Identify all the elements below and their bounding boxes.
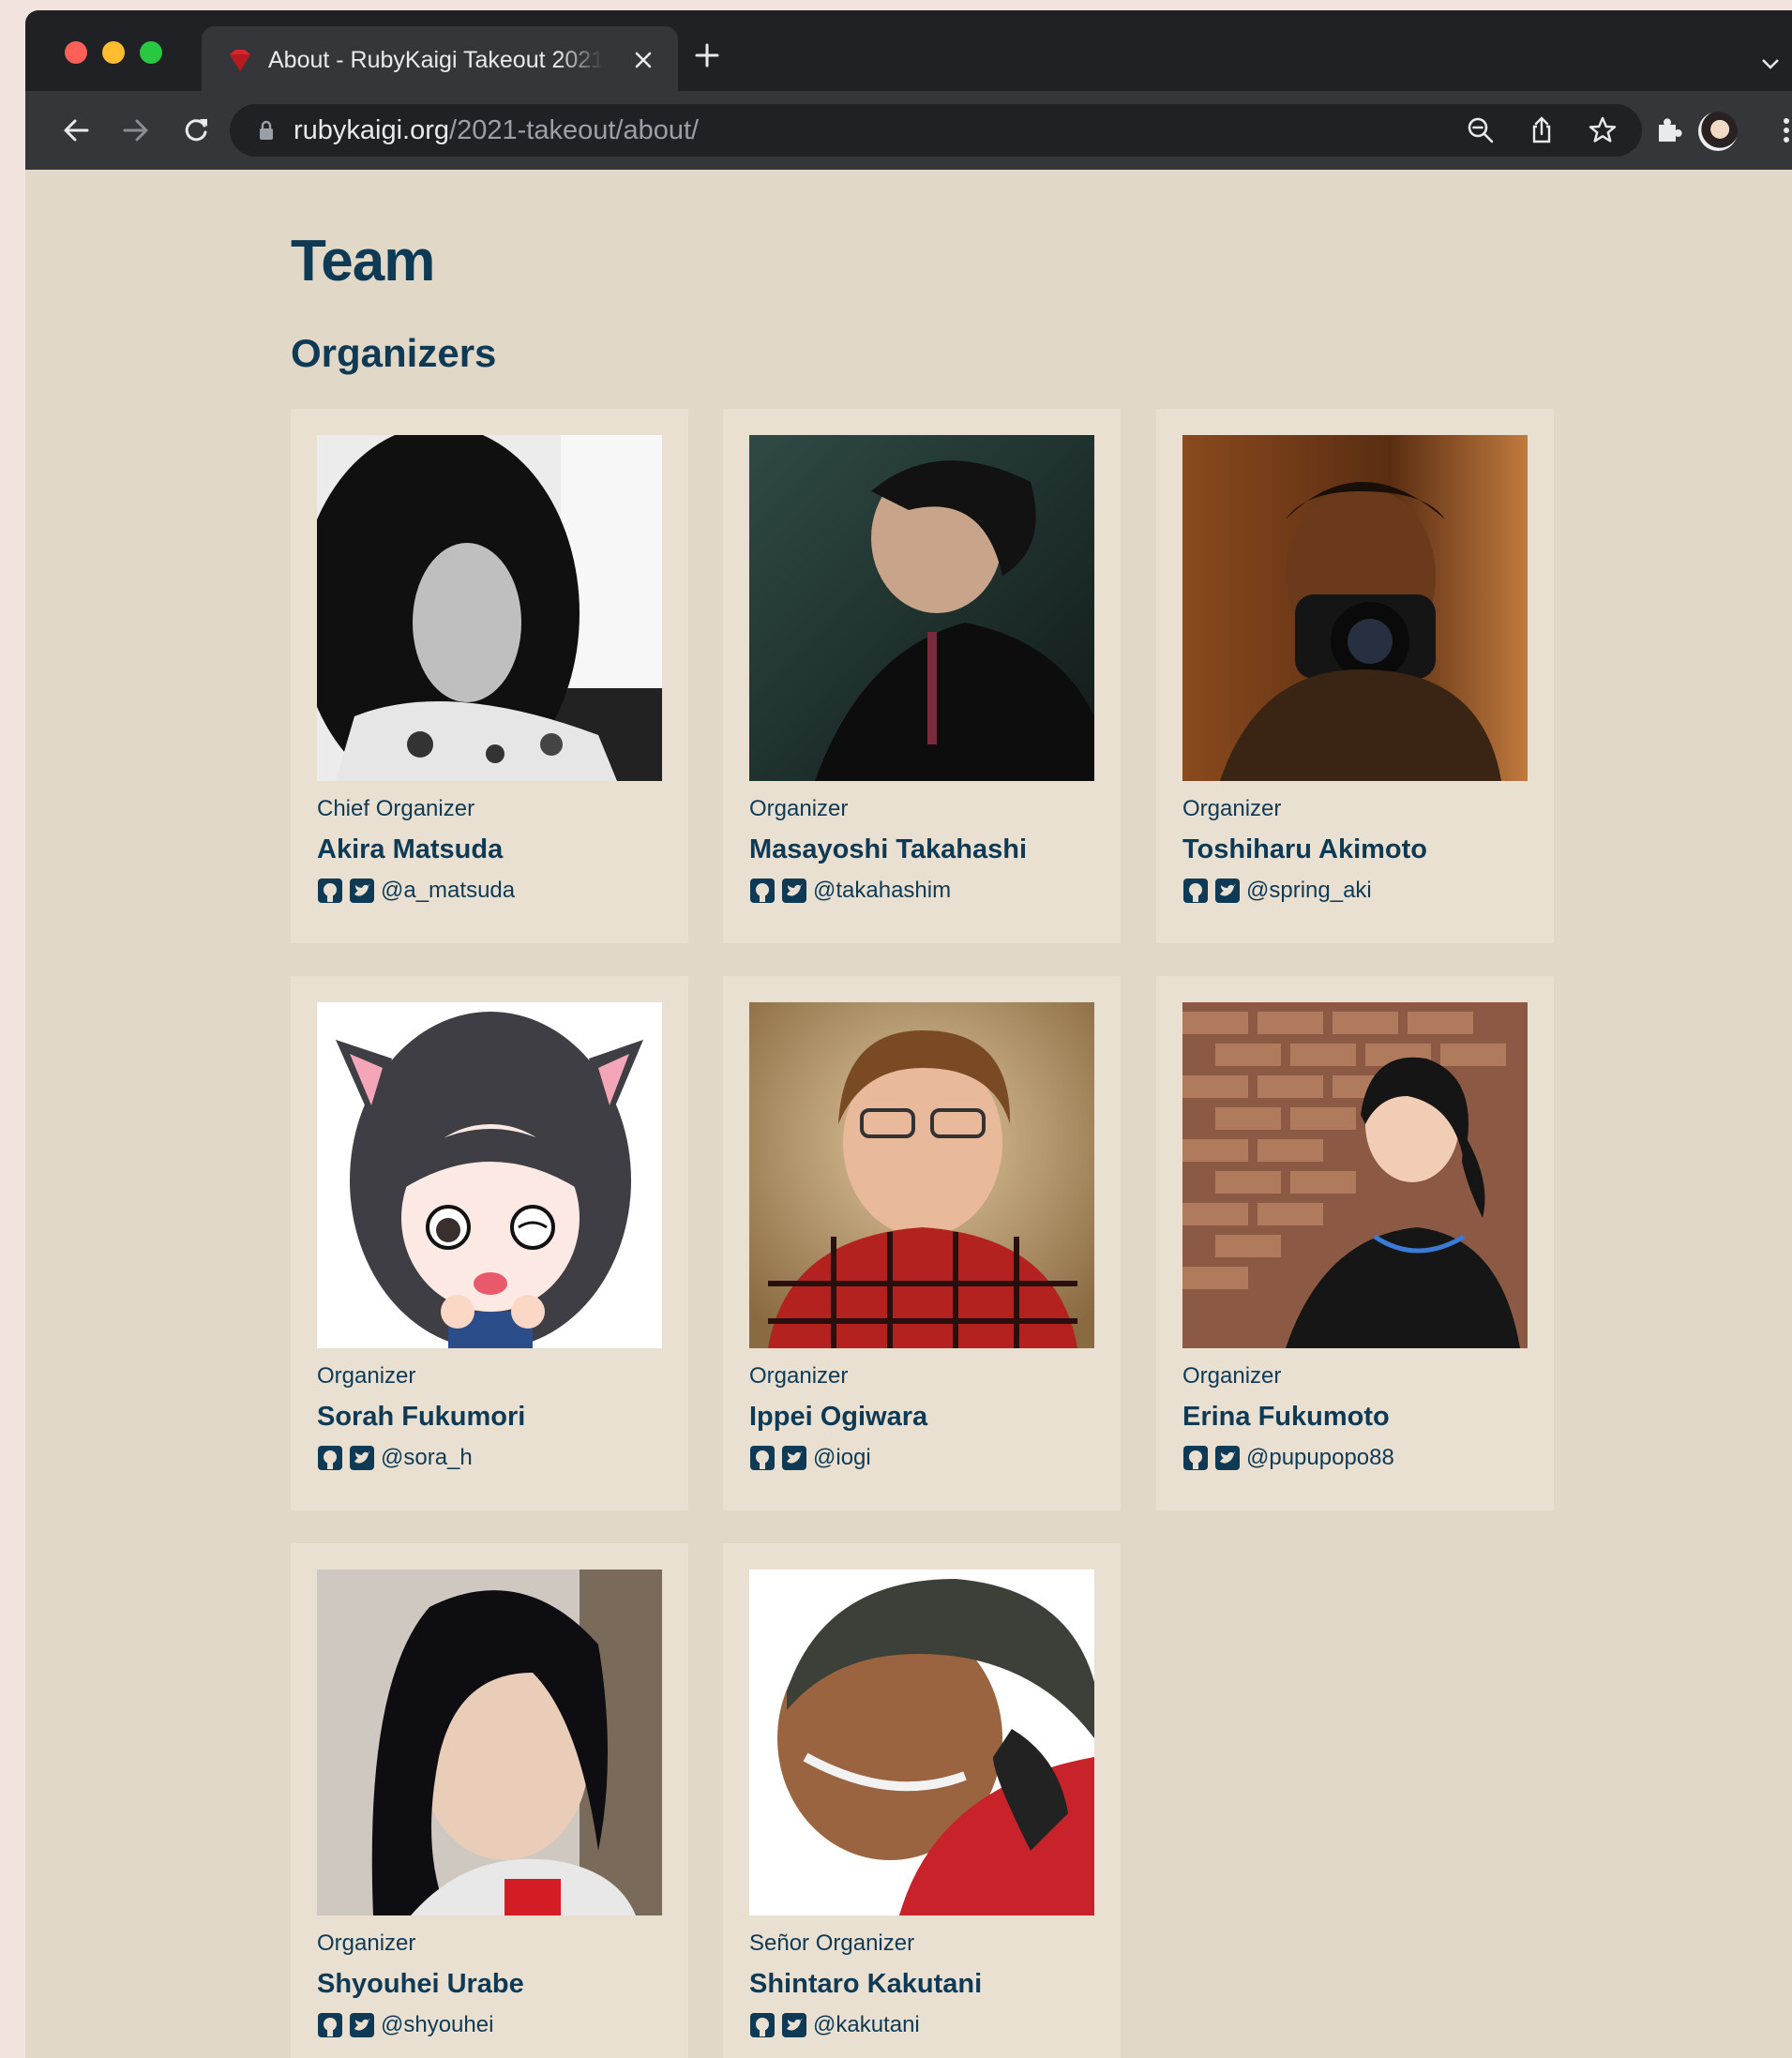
member-role: Organizer bbox=[749, 1363, 849, 1389]
member-card: Chief Organizer Akira Matsuda @a_matsuda bbox=[291, 409, 688, 943]
browser-toolbar: rubykaigi.org/2021-takeout/about/ bbox=[25, 91, 1792, 170]
member-handle[interactable]: @a_matsuda bbox=[381, 878, 515, 904]
active-tab[interactable]: About - RubyKaigi Takeout 2021 bbox=[202, 26, 678, 91]
github-icon[interactable] bbox=[317, 878, 343, 904]
github-icon[interactable] bbox=[749, 1445, 776, 1471]
profile-avatar[interactable] bbox=[1698, 112, 1738, 151]
tab-title: About - RubyKaigi Takeout 2021 bbox=[268, 47, 601, 73]
member-card: Organizer Toshiharu Akimoto @spring_aki bbox=[1156, 409, 1554, 943]
url-path: /2021-takeout/about/ bbox=[449, 115, 700, 145]
reload-icon[interactable] bbox=[179, 113, 213, 147]
member-name: Shyouhei Urabe bbox=[317, 1969, 524, 1999]
member-role: Organizer bbox=[317, 1930, 416, 1956]
page-content: Team Organizers Chief Organizer Akira Ma… bbox=[25, 170, 1792, 2058]
section-title-organizers: Organizers bbox=[291, 331, 497, 375]
github-icon[interactable] bbox=[749, 878, 776, 904]
url-text[interactable]: rubykaigi.org/2021-takeout/about/ bbox=[294, 114, 699, 146]
browser-menu-icon[interactable] bbox=[1769, 113, 1792, 147]
member-handle[interactable]: @kakutani bbox=[813, 2012, 920, 2038]
github-icon[interactable] bbox=[317, 2012, 343, 2038]
twitter-icon[interactable] bbox=[349, 2012, 375, 2038]
member-card: Organizer Masayoshi Takahashi @takahashi… bbox=[723, 409, 1121, 943]
member-card: Organizer Ippei Ogiwara @iogi bbox=[723, 976, 1121, 1510]
share-icon[interactable] bbox=[1527, 115, 1557, 145]
member-name: Ippei Ogiwara bbox=[749, 1402, 928, 1432]
browser-window: About - RubyKaigi Takeout 2021 rubykaigi… bbox=[25, 10, 1792, 2058]
member-photo bbox=[749, 1002, 1094, 1348]
tab-search-chevron-icon[interactable] bbox=[1760, 55, 1781, 72]
member-role: Chief Organizer bbox=[317, 796, 475, 821]
member-card: Señor Organizer Shintaro Kakutani @kakut… bbox=[723, 1543, 1121, 2058]
member-handle[interactable]: @takahashim bbox=[813, 878, 951, 904]
member-role: Organizer bbox=[1182, 796, 1282, 821]
member-role: Organizer bbox=[749, 796, 849, 821]
member-card: Organizer Shyouhei Urabe @shyouhei bbox=[291, 1543, 688, 2058]
member-photo bbox=[749, 1570, 1094, 1915]
twitter-icon[interactable] bbox=[1214, 878, 1241, 904]
member-handle[interactable]: @spring_aki bbox=[1246, 878, 1372, 904]
member-photo bbox=[749, 435, 1094, 781]
github-icon[interactable] bbox=[317, 1445, 343, 1471]
member-name: Sorah Fukumori bbox=[317, 1402, 526, 1432]
member-handle[interactable]: @pupupopo88 bbox=[1246, 1445, 1394, 1471]
address-bar[interactable]: rubykaigi.org/2021-takeout/about/ bbox=[230, 104, 1642, 157]
zoom-out-icon[interactable] bbox=[1466, 115, 1496, 145]
twitter-icon[interactable] bbox=[781, 2012, 807, 2038]
member-name: Masayoshi Takahashi bbox=[749, 834, 1028, 864]
page-title: Team bbox=[291, 229, 435, 293]
github-icon[interactable] bbox=[1182, 878, 1209, 904]
close-tab-icon[interactable] bbox=[632, 49, 655, 71]
member-photo bbox=[1182, 435, 1528, 781]
member-handle[interactable]: @shyouhei bbox=[381, 2012, 493, 2038]
twitter-icon[interactable] bbox=[781, 1445, 807, 1471]
member-card: Organizer Erina Fukumoto @pupupopo88 bbox=[1156, 976, 1554, 1510]
lock-icon[interactable] bbox=[258, 120, 275, 141]
github-icon[interactable] bbox=[1182, 1445, 1209, 1471]
forward-arrow-icon[interactable] bbox=[119, 113, 153, 147]
twitter-icon[interactable] bbox=[349, 878, 375, 904]
twitter-icon[interactable] bbox=[1214, 1445, 1241, 1471]
member-name: Akira Matsuda bbox=[317, 834, 504, 864]
zoom-window-button[interactable] bbox=[140, 41, 162, 64]
bookmark-star-icon[interactable] bbox=[1588, 115, 1618, 145]
member-photo bbox=[317, 1002, 662, 1348]
twitter-icon[interactable] bbox=[781, 878, 807, 904]
member-role: Organizer bbox=[317, 1363, 416, 1389]
ruby-favicon-icon bbox=[230, 50, 250, 71]
member-handle[interactable]: @sora_h bbox=[381, 1445, 473, 1471]
member-photo bbox=[317, 1570, 662, 1915]
minimize-window-button[interactable] bbox=[102, 41, 125, 64]
member-name: Toshiharu Akimoto bbox=[1182, 834, 1427, 864]
new-tab-icon[interactable] bbox=[694, 42, 720, 68]
twitter-icon[interactable] bbox=[349, 1445, 375, 1471]
member-role: Señor Organizer bbox=[749, 1930, 915, 1956]
member-card: Organizer Sorah Fukumori @sora_h bbox=[291, 976, 688, 1510]
member-name: Shintaro Kakutani bbox=[749, 1969, 983, 1999]
member-name: Erina Fukumoto bbox=[1182, 1402, 1390, 1432]
member-handle[interactable]: @iogi bbox=[813, 1445, 871, 1471]
member-role: Organizer bbox=[1182, 1363, 1282, 1389]
url-host: rubykaigi.org bbox=[294, 115, 450, 145]
member-photo bbox=[1182, 1002, 1528, 1348]
extensions-puzzle-icon[interactable] bbox=[1651, 113, 1685, 147]
member-photo bbox=[317, 435, 662, 781]
github-icon[interactable] bbox=[749, 2012, 776, 2038]
back-arrow-icon[interactable] bbox=[59, 113, 93, 147]
close-window-button[interactable] bbox=[65, 41, 87, 64]
tab-strip: About - RubyKaigi Takeout 2021 bbox=[25, 10, 1792, 91]
